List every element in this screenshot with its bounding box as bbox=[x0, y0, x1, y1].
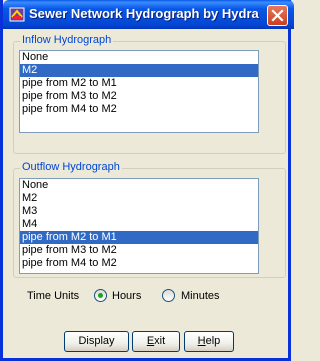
hours-radio-dot bbox=[98, 293, 103, 298]
inflow-group: Inflow Hydrograph None M2 pipe from M2 to … bbox=[13, 34, 286, 154]
title-bar[interactable]: Sewer Network Hydrograph by Hydra bbox=[3, 0, 294, 29]
outflow-list-item[interactable]: M3 bbox=[20, 205, 258, 218]
outflow-group: Outflow Hydrograph None M2 M3 M4 pipe from M… bbox=[13, 161, 286, 278]
outflow-list-item[interactable]: None bbox=[20, 179, 258, 192]
minutes-radio[interactable] bbox=[162, 289, 175, 302]
outflow-list-item[interactable]: M4 bbox=[20, 218, 258, 231]
outflow-list-item[interactable]: M2 bbox=[20, 192, 258, 205]
outflow-list-item[interactable]: pipe from M2 to M1 bbox=[20, 231, 258, 244]
hours-radio[interactable] bbox=[94, 289, 107, 302]
time-units-label: Time Units bbox=[27, 290, 80, 302]
display-button[interactable]: Display bbox=[64, 331, 129, 352]
outflow-list-item[interactable]: pipe from M3 to M2 bbox=[20, 244, 258, 257]
hydra-app-icon bbox=[9, 7, 25, 22]
close-button[interactable] bbox=[267, 5, 288, 26]
inflow-group-title: Inflow Hydrograph bbox=[20, 34, 114, 46]
dialog-window: Sewer Network Hydrograph by Hydra Inflow… bbox=[0, 0, 294, 361]
inflow-list-item[interactable]: None bbox=[20, 51, 258, 64]
exit-button[interactable]: Exit bbox=[132, 331, 180, 352]
hours-radio-label[interactable]: Hours bbox=[112, 290, 141, 302]
close-icon bbox=[271, 9, 284, 22]
outflow-listbox[interactable]: None M2 M3 M4 pipe from M2 to M1 pipe from M3… bbox=[19, 178, 259, 274]
help-button[interactable]: Help bbox=[184, 331, 234, 352]
inflow-list-item[interactable]: pipe from M3 to M2 bbox=[20, 90, 258, 103]
window-title: Sewer Network Hydrograph by Hydra bbox=[29, 6, 259, 21]
inflow-listbox[interactable]: None M2 pipe from M2 to M1 pipe from M3 to … bbox=[19, 50, 259, 133]
outflow-group-title: Outflow Hydrograph bbox=[20, 161, 122, 173]
inflow-list-item[interactable]: M2 bbox=[20, 64, 258, 77]
outflow-list-item[interactable]: pipe from M4 to M2 bbox=[20, 257, 258, 270]
inflow-list-item[interactable]: pipe from M4 to M2 bbox=[20, 103, 258, 116]
minutes-radio-label[interactable]: Minutes bbox=[181, 290, 220, 302]
inflow-list-item[interactable]: pipe from M2 to M1 bbox=[20, 77, 258, 90]
